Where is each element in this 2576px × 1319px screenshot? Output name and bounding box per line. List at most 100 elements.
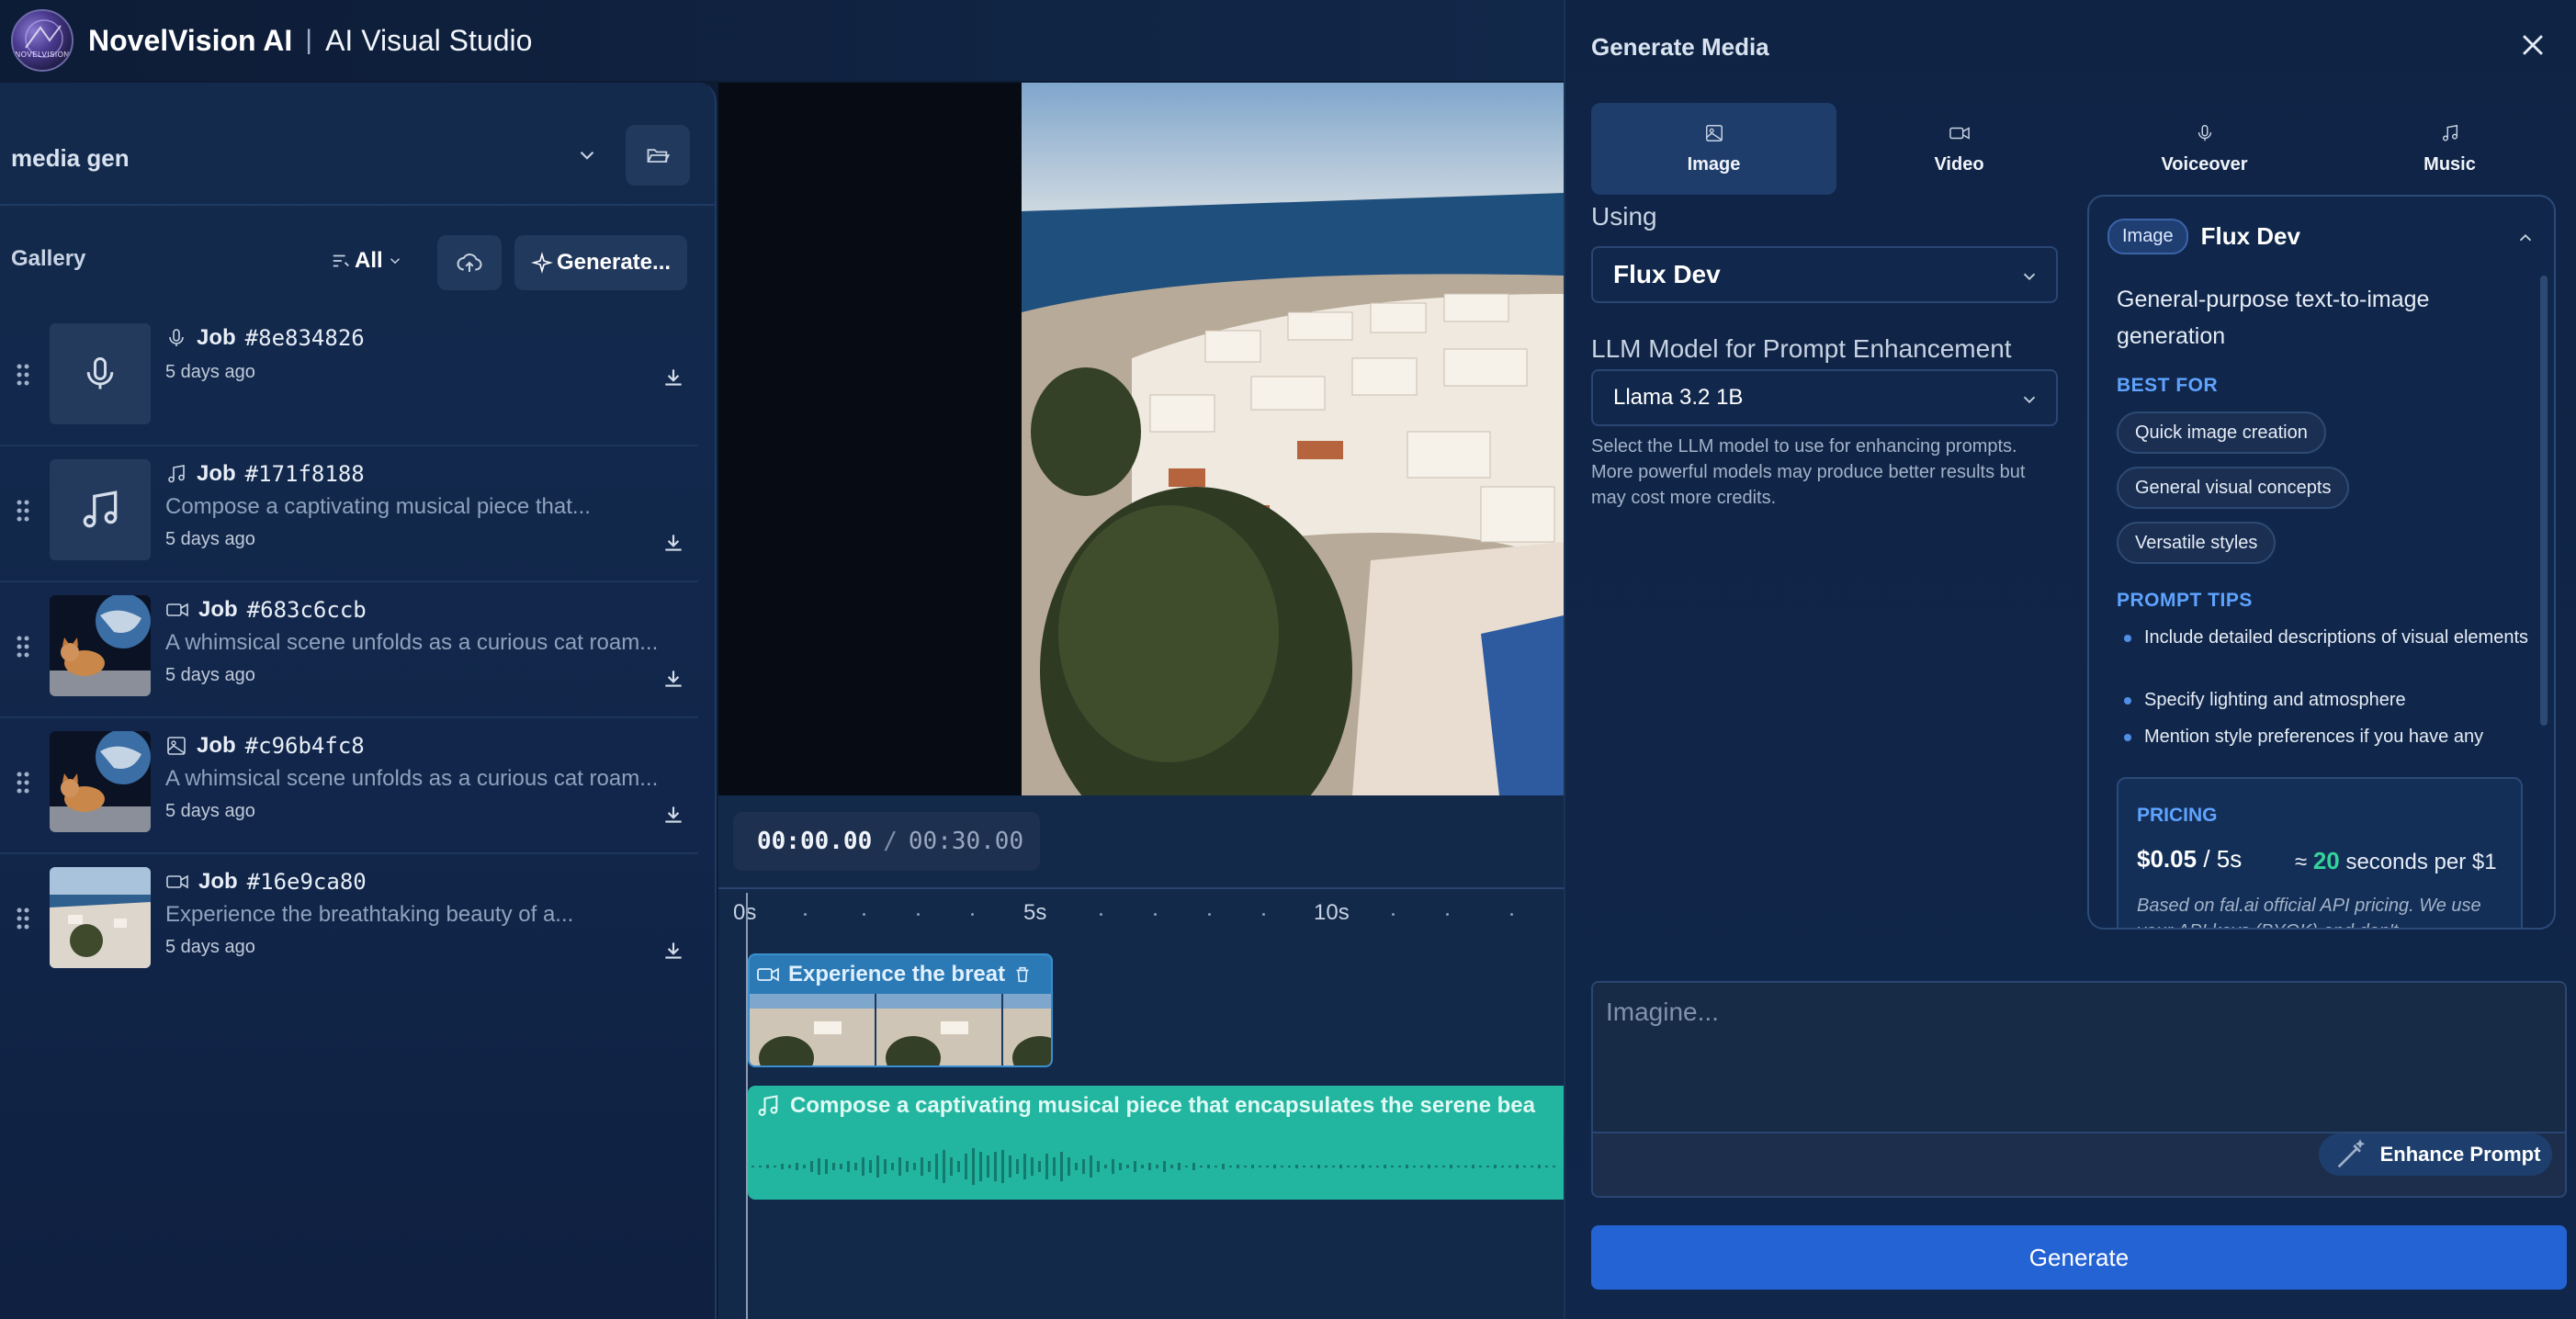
job-id: #8e834826 xyxy=(244,325,365,351)
download-icon[interactable] xyxy=(661,939,685,963)
download-icon[interactable] xyxy=(661,667,685,691)
music-icon xyxy=(2442,124,2457,141)
brand-separator: | xyxy=(305,25,313,55)
voiceover-thumbnail xyxy=(50,323,151,424)
video-clip[interactable]: Experience the breat xyxy=(748,953,1053,1067)
open-folder-button[interactable] xyxy=(626,125,690,186)
model-card-scrollbar[interactable] xyxy=(2540,276,2548,726)
gallery-item[interactable]: Job #16e9ca80 Experience the breathtakin… xyxy=(0,854,698,990)
video-thumbnail xyxy=(50,595,151,696)
generate-open-button[interactable]: Generate... xyxy=(514,235,687,290)
playhead[interactable] xyxy=(746,893,748,1319)
enhance-prompt-label: Enhance Prompt xyxy=(2379,1143,2541,1166)
prompt-tips-heading: PROMPT TIPS xyxy=(2117,590,2253,611)
tick-dot xyxy=(1154,913,1157,916)
job-header: Job #683c6ccb xyxy=(165,597,367,623)
download-icon[interactable] xyxy=(661,803,685,827)
llm-select[interactable]: Llama 3.2 1B xyxy=(1591,369,2058,426)
app-subtitle: AI Visual Studio xyxy=(325,23,533,57)
job-header: Job #171f8188 xyxy=(165,461,365,487)
job-header: Job #8e834826 xyxy=(165,325,365,351)
folder-selector[interactable]: media gen xyxy=(0,118,698,198)
video-clip-header: Experience the breat xyxy=(755,961,1033,988)
tab-image[interactable]: Image xyxy=(1591,103,1836,195)
tab-music[interactable]: Music xyxy=(2327,103,2572,195)
prompt-input[interactable] xyxy=(1593,983,2565,1133)
trash-icon[interactable] xyxy=(1012,964,1033,985)
cat-moon-image xyxy=(50,731,151,832)
folder-name: media gen xyxy=(11,143,130,172)
prompt-tip: Mention style preferences if you have an… xyxy=(2117,724,2539,750)
generate-button[interactable]: Generate xyxy=(1591,1225,2567,1290)
time-separator: / xyxy=(883,828,898,855)
prompt-tip: Specify lighting and atmosphere xyxy=(2117,687,2539,713)
job-label: Job xyxy=(197,461,236,486)
tab-label: Voiceover xyxy=(2161,153,2248,175)
tick-label: 0s xyxy=(733,900,757,925)
gallery-item[interactable]: Job #c96b4fc8 A whimsical scene unfolds … xyxy=(0,718,698,854)
mic-icon xyxy=(2198,124,2211,141)
using-label: Using xyxy=(1591,202,1657,231)
tick-dot xyxy=(1392,913,1395,916)
generate-open-label: Generate... xyxy=(556,250,672,275)
pricing-box: PRICING $0.05 / 5s ≈ 20 seconds per $1 B… xyxy=(2117,777,2523,928)
audio-clip[interactable]: Compose a captivating musical piece that… xyxy=(748,1086,1564,1200)
job-label: Job xyxy=(197,733,236,758)
filter-button[interactable]: All xyxy=(331,241,403,281)
divider xyxy=(0,204,717,206)
close-icon[interactable] xyxy=(2517,29,2548,61)
tick-label: 5s xyxy=(1023,900,1047,925)
job-time: 5 days ago xyxy=(165,801,255,821)
model-card-header[interactable]: Image Flux Dev xyxy=(2107,219,2300,254)
gallery-title: Gallery xyxy=(11,246,86,271)
job-id: #171f8188 xyxy=(244,461,365,487)
drag-handle-icon[interactable] xyxy=(15,498,31,524)
drag-handle-icon[interactable] xyxy=(15,634,31,660)
brand-logo[interactable]: NOVELVISION xyxy=(11,9,73,72)
upload-button[interactable] xyxy=(437,235,502,290)
tab-label: Video xyxy=(1934,153,1984,175)
download-icon[interactable] xyxy=(661,366,685,389)
image-icon xyxy=(1705,124,1723,141)
job-description: A whimsical scene unfolds as a curious c… xyxy=(165,766,659,791)
time-ruler[interactable] xyxy=(718,887,1564,889)
price: $0.05 / 5s xyxy=(2137,845,2242,874)
video-icon xyxy=(166,603,188,617)
preview-letterbox xyxy=(718,83,1022,795)
approx-suffix: seconds per $1 xyxy=(2345,850,2497,874)
model-type-badge: Image xyxy=(2107,219,2188,254)
tab-video[interactable]: Video xyxy=(1836,103,2082,195)
cloud-upload-icon xyxy=(457,254,482,272)
drag-handle-icon[interactable] xyxy=(15,362,31,388)
drag-handle-icon[interactable] xyxy=(15,770,31,795)
chevron-down-icon[interactable] xyxy=(575,143,599,167)
download-icon[interactable] xyxy=(661,531,685,555)
chevron-up-icon[interactable] xyxy=(2515,228,2536,248)
video-preview[interactable] xyxy=(718,83,1564,795)
enhance-prompt-button[interactable]: Enhance Prompt xyxy=(2319,1133,2552,1176)
drag-handle-icon[interactable] xyxy=(15,906,31,931)
job-label: Job xyxy=(197,325,236,350)
generate-media-panel: Generate Media Image Video Voiceover Mus… xyxy=(1564,0,2576,1319)
best-for-heading: BEST FOR xyxy=(2117,375,2219,396)
tick-dot xyxy=(1208,913,1211,916)
pricing-heading: PRICING xyxy=(2137,805,2218,826)
pricing-note: Based on fal.ai official API pricing. We… xyxy=(2137,896,2481,928)
tab-voiceover[interactable]: Voiceover xyxy=(2082,103,2327,195)
audio-waveform xyxy=(751,1148,1555,1185)
gallery-item[interactable]: Job #8e834826 5 days ago xyxy=(0,310,698,446)
llm-label: LLM Model for Prompt Enhancement xyxy=(1591,334,2012,363)
tab-label: Music xyxy=(2423,153,2476,175)
timeline: 00:00.00 / 00:30.00 0s 5s 10s Experience… xyxy=(718,795,1564,1319)
model-select[interactable]: Flux Dev xyxy=(1591,246,2058,303)
job-description: Experience the breathtaking beauty of a.… xyxy=(165,902,574,927)
clip-frame xyxy=(876,994,1003,1065)
gallery-item[interactable]: Job #171f8188 Compose a captivating musi… xyxy=(0,446,698,582)
video-thumbnail xyxy=(50,867,151,968)
gallery-item[interactable]: Job #683c6ccb A whimsical scene unfolds … xyxy=(0,582,698,718)
tick-dot xyxy=(1262,913,1265,916)
job-label: Job xyxy=(198,597,238,622)
job-time: 5 days ago xyxy=(165,937,255,957)
media-sidebar: media gen Gallery All Generate... Job #8… xyxy=(0,83,717,1319)
approx-symbol: ≈ xyxy=(2295,850,2308,874)
